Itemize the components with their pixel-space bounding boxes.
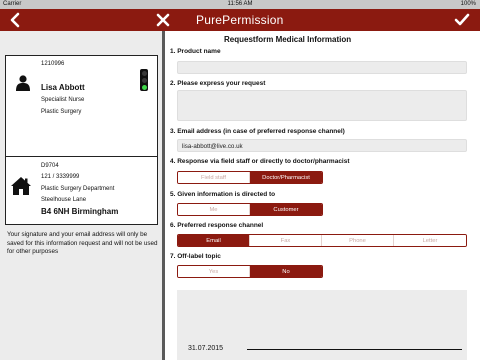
traffic-light-amber <box>141 77 147 83</box>
person-name: Lisa Abbott <box>41 83 85 92</box>
org-street: Steelhouse Lane <box>41 197 87 203</box>
checkmark-icon <box>454 13 470 26</box>
email-label: 3. Email address (in case of preferred r… <box>170 128 345 135</box>
person-id: 1210996 <box>41 61 65 67</box>
directed-to-segmented-control: Me Customer <box>177 203 323 216</box>
response-via-segmented-control: Field staff Doctor/Pharmacist <box>177 171 323 184</box>
response-channel-segmented-control: Email Fax Phone Letter <box>177 234 467 247</box>
app-screen: Carrier 11:56 AM 100% PurePermission 121… <box>0 0 480 360</box>
option-yes[interactable]: Yes <box>178 266 250 277</box>
left-pane: 1210996 Lisa Abbott Specialist Nurse Pla… <box>0 31 162 360</box>
clock: 11:56 AM <box>227 1 253 7</box>
off-label-segmented-control: Yes No <box>177 265 323 278</box>
pane-divider <box>162 31 165 360</box>
battery-indicator: 100% <box>460 1 476 7</box>
person-icon <box>16 75 30 91</box>
request-label: 2. Please express your request <box>170 80 266 87</box>
person-role: Specialist Nurse <box>41 97 85 103</box>
option-letter[interactable]: Letter <box>394 235 466 246</box>
privacy-note: Your signature and your email address wi… <box>7 231 158 255</box>
option-fax[interactable]: Fax <box>250 235 322 246</box>
person-department: Plastic Surgery <box>41 109 82 115</box>
email-value: lisa-abbott@live.co.uk <box>182 143 243 150</box>
form-title: Requestform Medical Information <box>224 35 352 44</box>
traffic-light-icon <box>140 69 148 91</box>
option-doctor-pharmacist[interactable]: Doctor/Pharmacist <box>250 172 322 183</box>
product-name-input[interactable] <box>177 61 467 74</box>
signature-line <box>247 349 462 350</box>
org-id: D9704 <box>41 163 59 169</box>
back-button[interactable] <box>6 11 24 29</box>
option-phone[interactable]: Phone <box>322 235 394 246</box>
request-textarea[interactable] <box>177 90 467 121</box>
option-customer[interactable]: Customer <box>250 204 322 215</box>
org-postcode-city: B4 6NH Birmingham <box>41 207 119 216</box>
response-channel-label: 6. Preferred response channel <box>170 222 264 229</box>
email-field[interactable]: lisa-abbott@live.co.uk <box>177 139 467 152</box>
chevron-left-icon <box>10 12 20 28</box>
option-field-staff[interactable]: Field staff <box>178 172 250 183</box>
org-phone: 121 / 3339999 <box>41 174 80 180</box>
organization-card: D9704 121 / 3339999 Plastic Surgery Depa… <box>5 156 158 225</box>
product-name-label: 1. Product name <box>170 48 221 55</box>
option-no[interactable]: No <box>250 266 322 277</box>
person-card: 1210996 Lisa Abbott Specialist Nurse Pla… <box>5 55 158 161</box>
response-via-label: 4. Response via field staff or directly … <box>170 158 350 165</box>
house-icon <box>11 177 31 195</box>
option-me[interactable]: Me <box>178 204 250 215</box>
page-title: PurePermission <box>196 13 284 27</box>
directed-to-label: 5. Given information is directed to <box>170 191 276 198</box>
close-button[interactable] <box>153 11 173 29</box>
off-label-topic-label: 7. Off-label topic <box>170 253 221 260</box>
close-icon <box>156 13 170 27</box>
traffic-light-red <box>141 70 147 76</box>
signature-date: 31.07.2015 <box>188 345 224 352</box>
traffic-light-green <box>141 84 147 90</box>
navigation-bar: PurePermission <box>0 9 480 31</box>
option-email[interactable]: Email <box>178 235 250 246</box>
confirm-button[interactable] <box>452 11 472 29</box>
org-department: Plastic Surgery Department <box>41 186 115 192</box>
status-bar: Carrier 11:56 AM 100% <box>0 0 480 9</box>
